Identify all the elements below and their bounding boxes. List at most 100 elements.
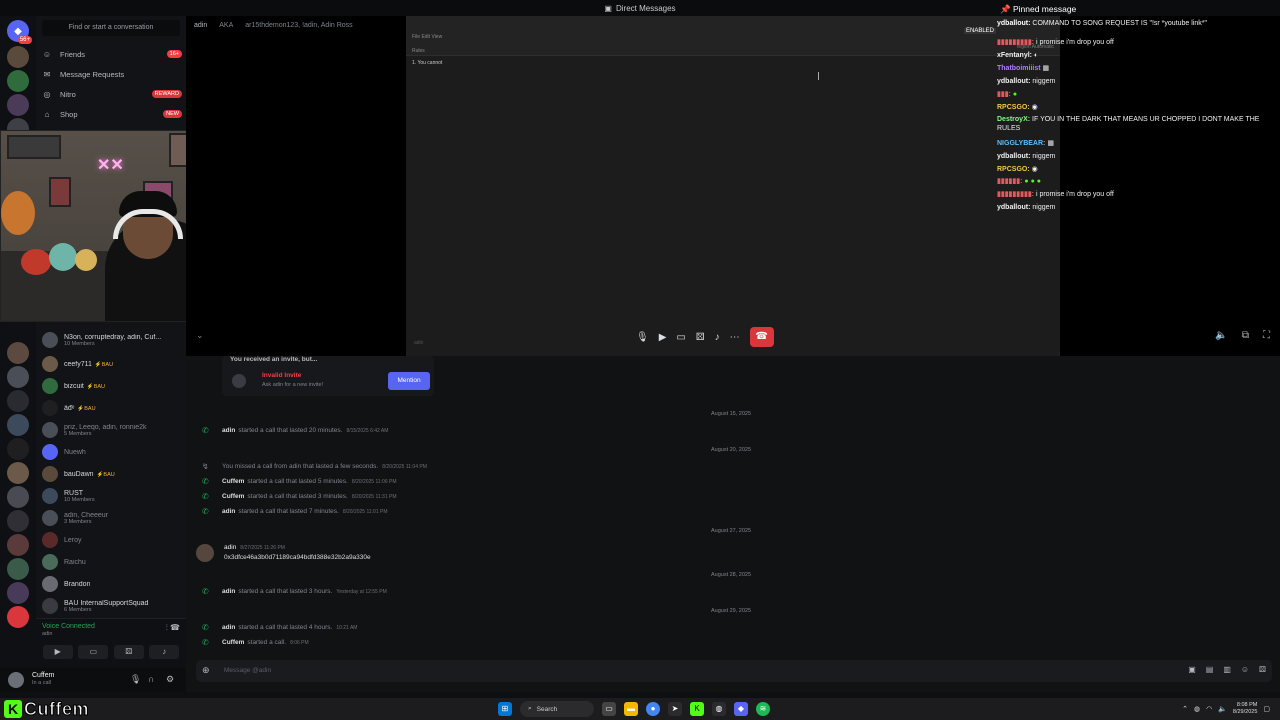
task-view-icon[interactable]: ▭ [602,702,616,716]
call-user[interactable]: adin [222,588,235,595]
apps-icon[interactable]: ⚄ [1259,665,1266,674]
server-icon[interactable] [7,414,29,436]
call-user[interactable]: adin [222,508,235,515]
emoji-icon[interactable]: ☺ [1241,665,1249,674]
call-user[interactable]: Cuffem [222,639,244,646]
chat-line: ydballout: niggem [997,152,1277,161]
call-user[interactable]: adin [222,624,235,631]
add-attachment-icon[interactable]: ⊕ [202,665,210,676]
nav-pill: 16+ [166,50,182,58]
window-title: Direct Messages [615,3,676,13]
nav-nitro[interactable]: ◎ Nitro REWARD [40,86,182,102]
dm-item[interactable]: Brandon [42,574,182,594]
streamer-watermark: K Cuffem [4,698,89,719]
dm-item[interactable]: priz, Leeqo, adin, ronnie2k 5 Members [42,420,182,440]
chevron-down-icon[interactable]: ⌄ [196,330,204,341]
activity-icon[interactable]: ⚄ [696,332,705,343]
app-icon[interactable]: ◍ [712,702,726,716]
server-icon[interactable] [7,390,29,412]
nav-message-requests[interactable]: ✉ Message Requests [40,66,182,82]
call-user[interactable]: Cuffem [222,493,244,500]
gift-icon[interactable]: ▣ [1188,665,1196,674]
dm-item[interactable]: adin, Cheeeur 3 Members [42,508,182,528]
dm-item[interactable]: ẩđᵉ ⚡BAU [42,398,182,418]
timestamp: 8/20/2025 11:01 PM [342,508,388,515]
server-icon[interactable] [7,606,29,628]
volume-icon[interactable]: 🔈 [1215,330,1227,341]
popout-icon[interactable]: ⧉ [1242,330,1249,341]
server-icon[interactable] [7,70,29,92]
soundboard-icon[interactable]: ♪ [715,332,720,343]
nav-friends[interactable]: ☺ Friends 16+ [40,46,182,62]
dm-item[interactable]: Raichu [42,552,182,572]
avatar[interactable] [196,544,214,562]
server-icon[interactable] [7,342,29,364]
file-explorer-icon[interactable]: ▬ [624,702,638,716]
server-icon[interactable] [7,486,29,508]
microphone-icon[interactable]: 🎙 [130,674,141,685]
tray-app-icon[interactable]: ◍ [1194,705,1200,713]
clock[interactable]: 8:08 PM 8/29/2025 [1233,702,1257,716]
call-user[interactable]: adin [222,427,235,434]
taskbar-search[interactable]: ⌕ Search [520,701,594,717]
message-composer[interactable]: ⊕ Message @adin ▣ ▤ ▥ ☺ ⚄ [196,660,1272,682]
bau-tag: ⚡BAU [96,471,115,478]
message-author[interactable]: adin [224,544,236,551]
server-icon[interactable] [7,46,29,68]
camera-icon[interactable]: ▶ [659,332,667,343]
server-icon[interactable] [7,510,29,532]
avatar[interactable] [8,672,24,688]
shared-screen[interactable]: File Edit View Rules 1. You cannot regio… [406,16,1060,356]
disconnect-icon[interactable]: ☎ [170,623,180,632]
dm-item[interactable]: Leroy [42,530,182,550]
server-icon[interactable] [7,534,29,556]
end-call-button[interactable]: ☎ [749,327,774,347]
sticker-icon[interactable]: ▥ [1223,665,1231,674]
app-icon[interactable]: ➤ [668,702,682,716]
server-icon[interactable] [7,462,29,484]
volume-icon[interactable]: 🔈 [1218,705,1227,713]
more-icon[interactable]: ⋯ [730,332,740,343]
server-icon[interactable] [7,582,29,604]
dm-icon: ▣ [604,3,612,13]
kick-app-icon[interactable]: K [690,702,704,716]
chrome-icon[interactable]: ● [646,702,660,716]
fullscreen-icon[interactable]: ⛶ [1263,330,1270,341]
screen-share-button[interactable]: ▭ [78,645,109,659]
server-icon[interactable] [7,438,29,460]
timestamp: 10:21 AM [336,624,358,631]
screen-share-icon[interactable]: ▭ [676,332,685,343]
dm-item[interactable]: N3on, corruptedray, adin, Cuf... 10 Membe… [42,330,182,350]
call-user[interactable]: Cuffem [222,478,244,485]
mention-button[interactable]: Mention [388,372,430,390]
notifications-icon[interactable]: ▢ [1263,705,1270,713]
search-input[interactable]: Find or start a conversation [42,20,180,36]
discord-home-icon[interactable]: ◆ 56+ [7,20,32,44]
wifi-icon[interactable]: ◠ [1206,705,1212,713]
gif-icon[interactable]: ▤ [1206,665,1214,674]
activity-button[interactable]: ⚄ [113,645,144,659]
dm-item[interactable]: ceefy711 ⚡BAU [42,354,182,374]
soundboard-button[interactable]: ♪ [149,645,180,659]
noise-suppression-icon[interactable]: ⫶ [166,623,168,632]
server-icon[interactable] [7,558,29,580]
dm-item[interactable]: bauDawn ⚡BAU [42,464,182,484]
nav-shop[interactable]: ⌂ Shop NEW [40,106,182,122]
discord-taskbar-icon[interactable]: ◆ [734,702,748,716]
date-divider: August 29, 2025 [710,608,752,614]
server-icon[interactable] [7,366,29,388]
gear-icon[interactable]: ⚙ [166,674,174,685]
dm-item[interactable]: BAU InternalSupportSquad 6 Members [42,596,182,616]
taskbar-search-label: Search [536,705,558,713]
spotify-icon[interactable]: ≋ [756,702,770,716]
dm-item[interactable]: Nuewh [42,442,182,462]
dm-item[interactable]: RUST 10 Members [42,486,182,506]
microphone-icon[interactable]: 🎙 [636,332,649,343]
dm-item[interactable]: bizcuit ⚡BAU [42,376,182,396]
dm-name: adin, Cheeeur [64,511,108,519]
headphones-icon[interactable]: ∩ [148,674,154,684]
camera-button[interactable]: ▶ [42,645,73,659]
server-icon[interactable] [7,94,29,116]
chevron-up-icon[interactable]: ⌃ [1182,705,1188,713]
windows-start-icon[interactable]: ⊞ [498,702,512,716]
